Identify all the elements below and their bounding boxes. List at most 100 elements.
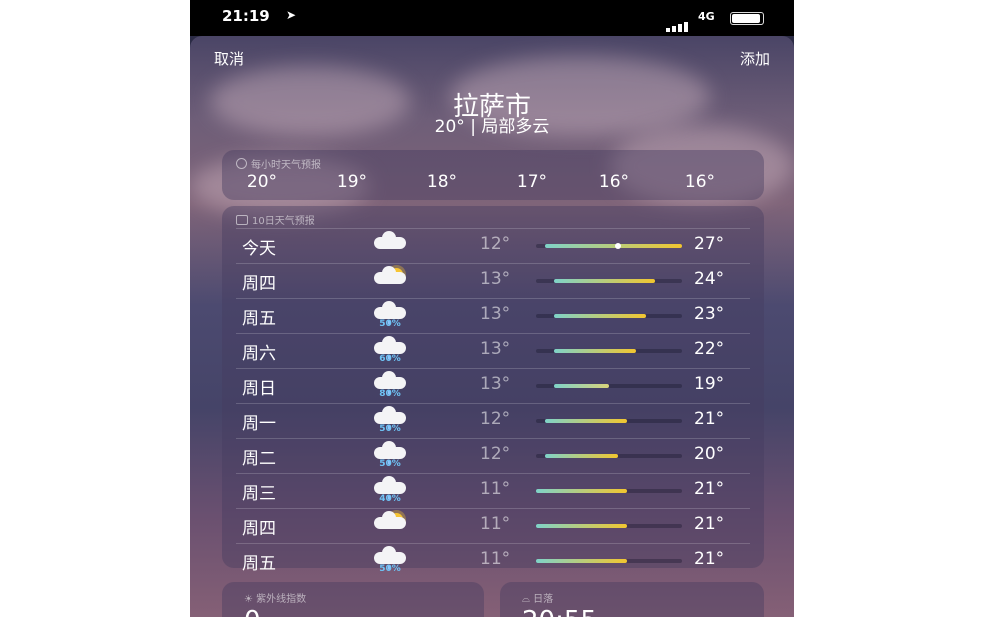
forecast-low: 13° — [480, 339, 511, 359]
forecast-low: 13° — [480, 269, 511, 289]
temp-range-bar — [554, 349, 637, 353]
sunset-title: ⌓ 日落 — [522, 594, 554, 605]
forecast-row[interactable]: 周三 40% 11° 21° — [222, 473, 764, 508]
calendar-icon — [236, 215, 248, 225]
cancel-button[interactable]: 取消 — [214, 48, 244, 69]
precip-probability: 60% — [379, 354, 401, 364]
forecast-high: 21° — [694, 549, 725, 569]
forecast-day: 周六 — [242, 344, 276, 364]
precip-probability: 40% — [379, 494, 401, 504]
daily-forecast-title: 10日天气预报 — [252, 216, 315, 227]
temp-range-bar — [545, 419, 628, 423]
row-divider — [236, 508, 750, 509]
forecast-high: 21° — [694, 409, 725, 429]
forecast-day: 周五 — [242, 554, 276, 574]
temp-range-track — [536, 314, 682, 318]
current-temp-dot — [615, 243, 622, 249]
temp-range-track — [536, 384, 682, 388]
sunset-value: 20:55 — [522, 606, 597, 617]
temp-range-track — [536, 279, 682, 283]
daily-forecast-card[interactable]: 10日天气预报 今天 12° 27° 周四 13° 24° 周五 50% 13° 23° 周六 60%… — [222, 206, 764, 574]
sunset-icon: ⌓ — [522, 594, 534, 605]
forecast-row[interactable]: 周四 13° 24° — [222, 263, 764, 298]
precip-probability: 50% — [379, 564, 401, 574]
forecast-day: 周三 — [242, 484, 276, 504]
location-arrow-icon: ➤ — [286, 8, 297, 22]
uv-index-value: 0 — [244, 606, 261, 617]
forecast-low: 11° — [480, 514, 511, 534]
sunset-card[interactable]: ⌓ 日落 20:55 — [500, 582, 764, 617]
forecast-low: 13° — [480, 374, 511, 394]
precip-probability: 50% — [379, 319, 401, 329]
forecast-row[interactable]: 周二 50% 12° 20° — [222, 438, 764, 473]
partly-sunny-icon — [370, 511, 410, 539]
row-divider — [236, 228, 750, 229]
forecast-low: 13° — [480, 304, 511, 324]
status-time: 21:19 — [222, 7, 270, 25]
row-divider — [236, 543, 750, 544]
forecast-day: 周一 — [242, 414, 276, 434]
network-type: 4G — [698, 10, 715, 23]
signal-icon — [666, 13, 692, 32]
forecast-high: 23° — [694, 304, 725, 324]
forecast-high: 21° — [694, 514, 725, 534]
temp-range-track — [536, 349, 682, 353]
forecast-row[interactable]: 周五 50% 13° 23° — [222, 298, 764, 333]
precip-probability: 50% — [379, 424, 401, 434]
forecast-day: 周二 — [242, 449, 276, 469]
precip-probability: 80% — [379, 389, 401, 399]
forecast-row[interactable]: 今天 12° 27° — [222, 228, 764, 263]
temp-range-bar — [536, 489, 628, 493]
forecast-day: 周四 — [242, 519, 276, 539]
temp-range-bar — [554, 384, 609, 388]
status-bar: 21:19 ➤ 4G — [190, 0, 794, 36]
forecast-high: 19° — [694, 374, 725, 394]
hourly-temp: 17° — [516, 172, 548, 192]
forecast-row[interactable]: 周五 50% 11° 21° — [222, 543, 764, 578]
forecast-low: 12° — [480, 444, 511, 464]
temp-range-bar — [545, 454, 619, 458]
forecast-day: 周五 — [242, 309, 276, 329]
forecast-day: 周日 — [242, 379, 276, 399]
row-divider — [236, 473, 750, 474]
temp-range-bar — [554, 279, 655, 283]
hourly-temp: 18° — [426, 172, 458, 192]
forecast-high: 20° — [694, 444, 725, 464]
forecast-high: 24° — [694, 269, 725, 289]
hourly-temps: 20° 19° 18° 17° 16° 16° — [222, 172, 764, 196]
temp-range-bar — [554, 314, 646, 318]
row-divider — [236, 333, 750, 334]
temp-range-bar — [536, 524, 628, 528]
hourly-forecast-card[interactable]: 每小时天气预报 20° 19° 18° 17° 16° 16° — [222, 150, 764, 200]
forecast-row[interactable]: 周四 11° 21° — [222, 508, 764, 543]
temp-range-track — [536, 559, 682, 563]
forecast-low: 12° — [480, 409, 511, 429]
weather-sheet: 取消 添加 拉萨市 20° | 局部多云 每小时天气预报 20° 19° 18° 17… — [190, 36, 794, 617]
forecast-row[interactable]: 周一 50% 12° 21° — [222, 403, 764, 438]
forecast-low: 12° — [480, 234, 511, 254]
partly-sunny-icon — [370, 266, 410, 294]
forecast-day: 今天 — [242, 239, 276, 259]
current-summary: 20° | 局部多云 — [434, 117, 550, 137]
forecast-row[interactable]: 周日 80% 13° 19° — [222, 368, 764, 403]
forecast-row[interactable]: 周六 60% 13° 22° — [222, 333, 764, 368]
daily-forecast-header: 10日天气预报 — [236, 212, 315, 227]
uv-index-card[interactable]: ☀ 紫外线指数 0 — [222, 582, 484, 617]
hourly-forecast-header: 每小时天气预报 — [236, 156, 321, 171]
temp-range-track — [536, 489, 682, 493]
cloud-icon — [370, 231, 410, 259]
add-button[interactable]: 添加 — [740, 48, 770, 69]
forecast-high: 22° — [694, 339, 725, 359]
phone-screen: 21:19 ➤ 4G 取消 添加 拉萨市 20° | 局部多云 每小时天气预报 … — [190, 0, 794, 617]
hourly-temp: 19° — [336, 172, 368, 192]
row-divider — [236, 298, 750, 299]
uv-index-title: ☀ 紫外线指数 — [244, 594, 307, 605]
hourly-temp: 20° — [246, 172, 278, 192]
forecast-high: 21° — [694, 479, 725, 499]
temp-range-track — [536, 419, 682, 423]
battery-icon — [730, 12, 764, 25]
row-divider — [236, 438, 750, 439]
hourly-temp: 16° — [598, 172, 630, 192]
hourly-forecast-title: 每小时天气预报 — [251, 160, 321, 171]
clock-icon — [236, 158, 247, 169]
